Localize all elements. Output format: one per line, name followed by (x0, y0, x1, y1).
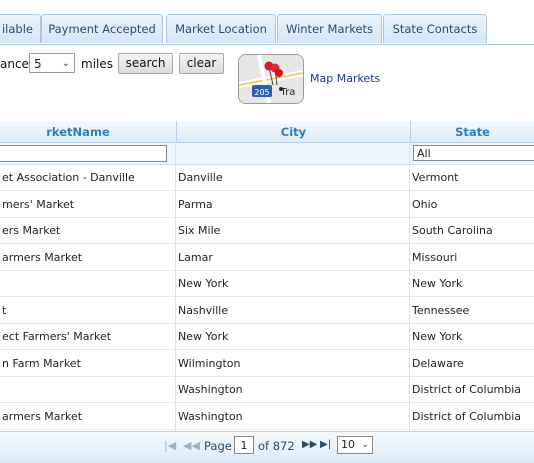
page-label: Page (204, 439, 232, 453)
cell-market-name: ers Market (2, 224, 61, 237)
tab-market-location[interactable]: Market Location (166, 14, 276, 43)
table-row[interactable]: et Association - Danville Danville Vermo… (0, 165, 534, 191)
cell-market-name: t (2, 303, 7, 317)
cell-market-name (0, 377, 174, 403)
cell-city: Six Mile (178, 224, 221, 237)
cell-state: Tennessee (412, 303, 470, 317)
cell-state: New York (412, 277, 463, 290)
miles-label: miles (81, 57, 113, 71)
cell-city: Nashville (178, 303, 229, 317)
page-size-select[interactable]: 10 ⌄ (337, 436, 373, 454)
page-size-value: 10 (341, 438, 355, 451)
table-row[interactable]: New York New York (0, 271, 534, 297)
page-count-label: of 872 (258, 439, 295, 453)
page-number-input[interactable]: 1 (234, 436, 254, 454)
cell-city: Danville (178, 171, 223, 184)
column-header-city[interactable]: City (176, 121, 410, 143)
last-page-icon[interactable]: ▶| (320, 439, 331, 450)
table-row[interactable]: t Nashville Tennessee (0, 297, 534, 324)
distance-value: 5 (34, 57, 42, 71)
cell-state: New York (412, 330, 463, 343)
cell-city: Parma (178, 197, 213, 211)
cell-state: Missouri (412, 250, 458, 264)
cell-market-name (0, 271, 174, 297)
table-row[interactable]: Washington District of Columbia (0, 377, 534, 403)
cell-state: District of Columbia (412, 383, 522, 396)
cell-state: Vermont (412, 171, 459, 184)
svg-text:205: 205 (254, 88, 269, 97)
map-markets-icon[interactable]: 205 Tra (238, 54, 304, 104)
table-row[interactable]: armers Market Washington District of Col… (0, 403, 534, 430)
cell-city: Wilmington (178, 356, 241, 370)
column-header-state[interactable]: State (410, 121, 534, 143)
cell-state: Delaware (412, 356, 464, 370)
cell-market-name: n Farm Market (2, 356, 81, 370)
tab-winter-markets[interactable]: Winter Markets (277, 14, 382, 43)
filter-row: All (0, 143, 534, 165)
tab-state-contacts[interactable]: State Contacts (383, 14, 487, 43)
map-markets-link[interactable]: Map Markets (310, 72, 380, 85)
cell-city: Washington (178, 409, 243, 423)
column-divider (175, 142, 176, 452)
table-row[interactable]: mers' Market Parma Ohio (0, 191, 534, 218)
state-filter-select[interactable]: All (413, 145, 534, 161)
cell-state: South Carolina (412, 224, 493, 237)
cell-city: Lamar (178, 250, 213, 264)
table-row[interactable]: n Farm Market Wilmington Delaware (0, 350, 534, 377)
cell-state: Ohio (412, 197, 438, 211)
tab-bar: ilable Payment Accepted Market Location … (0, 14, 534, 45)
market-name-filter-input[interactable] (0, 145, 167, 162)
clear-button[interactable]: clear (179, 53, 224, 74)
cell-state: District of Columbia (412, 409, 522, 423)
cell-city: New York (178, 330, 229, 343)
next-page-icon[interactable]: ▶▶ (302, 439, 317, 450)
cell-market-name: armers Market (2, 250, 83, 264)
search-button[interactable]: search (118, 53, 173, 74)
table-row[interactable]: ers Market Six Mile South Carolina (0, 218, 534, 244)
tab-available[interactable]: ilable (0, 14, 41, 43)
cell-city: New York (178, 277, 229, 290)
table-row[interactable]: ect Farmers' Market New York New York (0, 324, 534, 350)
column-divider (409, 142, 410, 452)
chevron-down-icon: ⌄ (361, 440, 369, 450)
column-header-market-name[interactable]: rketName (0, 121, 176, 143)
cell-market-name: ect Farmers' Market (2, 330, 112, 343)
first-page-icon[interactable]: |◀ (164, 439, 176, 452)
cell-city: Washington (178, 383, 243, 396)
prev-page-icon[interactable]: ◀◀ (183, 439, 200, 452)
markets-grid: rketName City State All et Association -… (0, 121, 534, 462)
table-row[interactable]: armers Market Lamar Missouri (0, 244, 534, 271)
grid-pager: |◀ ◀◀ Page 1 of 872 ▶▶ ▶| 10 ⌄ (0, 431, 534, 463)
tab-payment-accepted[interactable]: Payment Accepted (41, 14, 163, 43)
chevron-down-icon: ⌄ (61, 58, 70, 69)
cell-market-name: armers Market (2, 409, 83, 423)
distance-select[interactable]: 5 ⌄ (29, 53, 75, 73)
cell-market-name: mers' Market (2, 197, 75, 211)
cell-market-name: et Association - Danville (2, 171, 135, 184)
